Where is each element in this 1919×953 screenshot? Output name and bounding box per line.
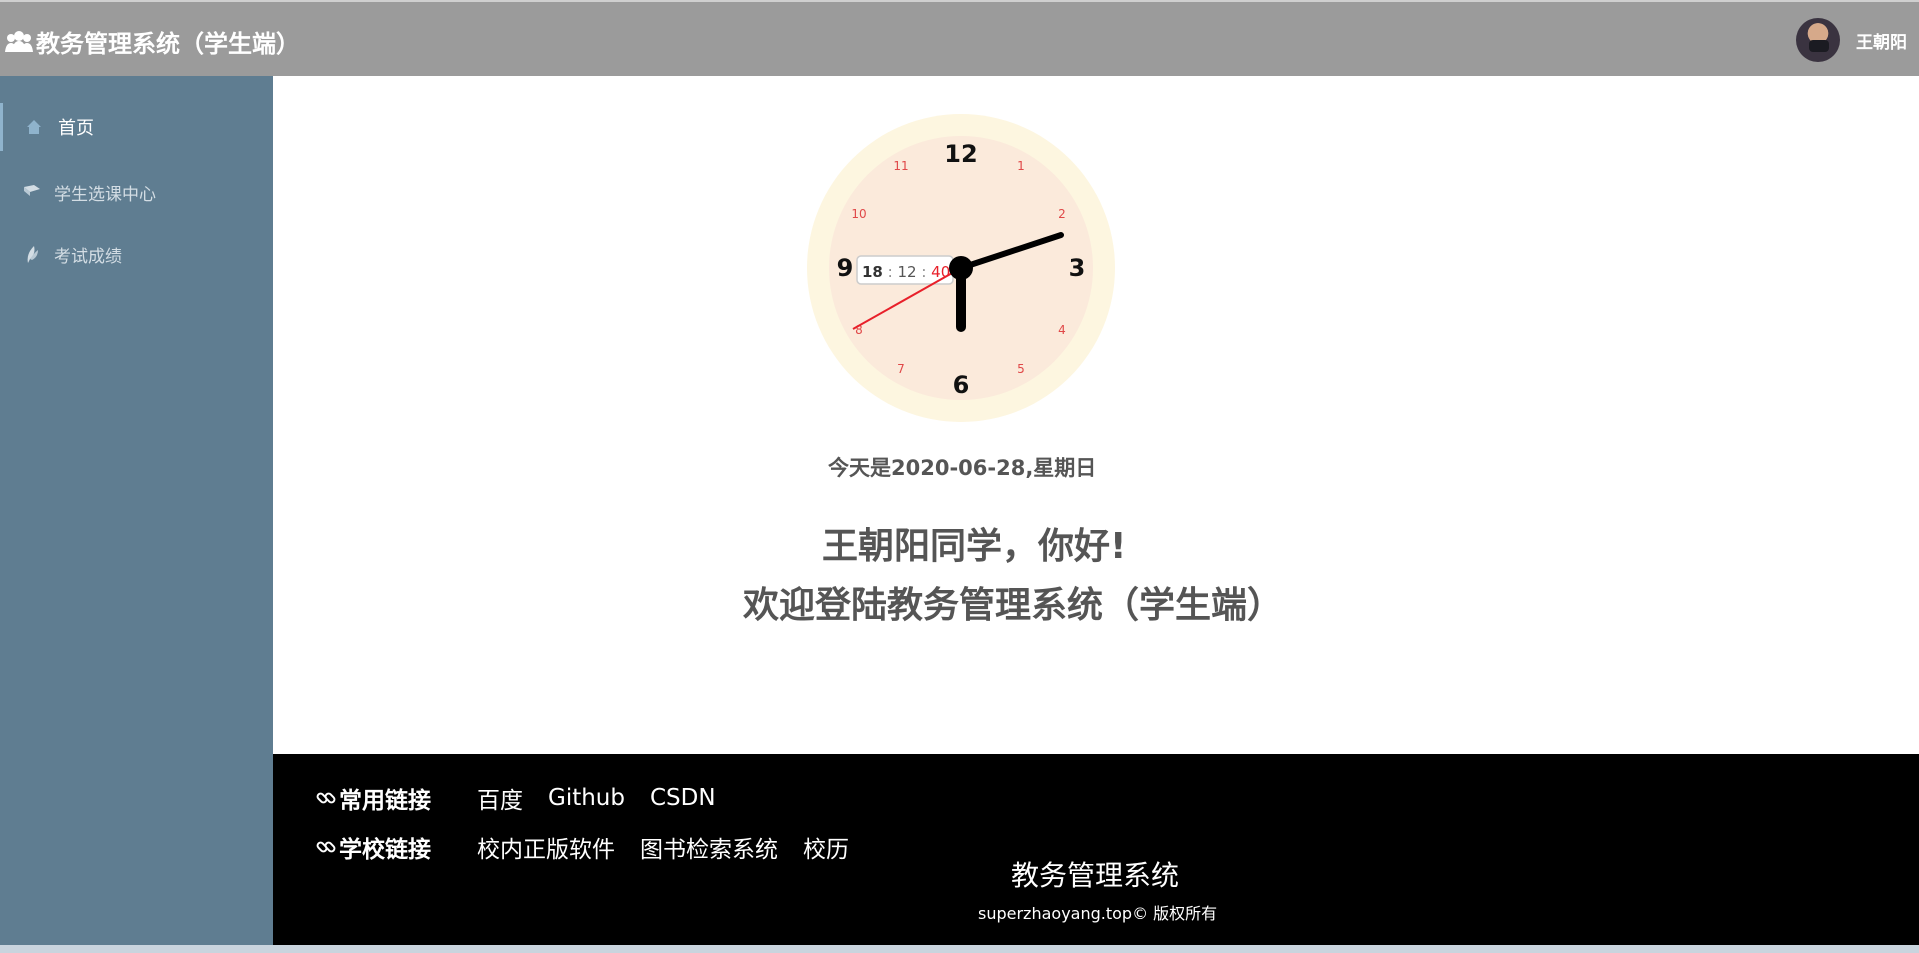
clock-number-2: 2 — [1058, 207, 1066, 221]
clock-number-7: 7 — [897, 362, 905, 376]
digital-hours: 18 — [862, 263, 883, 281]
clock-number-1: 1 — [1017, 159, 1025, 173]
link-csdn[interactable]: CSDN — [650, 785, 716, 811]
link-baidu[interactable]: 百度 — [477, 781, 523, 815]
clock-number-5: 5 — [1017, 362, 1025, 376]
os-taskbar-strip — [0, 945, 1919, 953]
digital-seconds: 40 — [931, 263, 950, 281]
footer: 常用链接 百度 Github CSDN 学校链接 校内正版软件 图书检索系统 校… — [273, 754, 1919, 945]
link-school-calendar[interactable]: 校历 — [803, 830, 849, 864]
clock-number-4: 4 — [1058, 323, 1066, 337]
footer-system-name: 教务管理系统 — [1011, 859, 1180, 892]
users-icon — [5, 30, 33, 52]
app-title: 教务管理系统（学生端） — [36, 30, 300, 58]
clock-number-12: 12 — [944, 140, 977, 168]
link-icon — [316, 792, 336, 804]
book-icon — [24, 185, 40, 196]
footer-copyright: superzhaoyang.top© 版权所有 — [978, 904, 1218, 923]
top-header: 教务管理系统（学生端） 王朝阳 — [0, 0, 1919, 76]
link-licensed-software[interactable]: 校内正版软件 — [477, 830, 615, 864]
clock-number-6: 6 — [953, 371, 970, 399]
common-links-row: 常用链接 百度 Github CSDN — [315, 781, 741, 815]
sidebar-item-course-selection[interactable]: 学生选课中心 — [0, 174, 273, 210]
link-icon — [316, 841, 336, 853]
welcome-title: 欢迎登陆教务管理系统（学生端） — [743, 585, 1284, 626]
sidebar-item-home[interactable]: 首页 — [0, 103, 273, 151]
sidebar-item-label: 学生选课中心 — [54, 184, 156, 205]
clock-center-pin — [949, 256, 973, 280]
school-links-heading: 学校链接 — [315, 830, 477, 864]
sidebar-item-label: 首页 — [58, 118, 94, 139]
digital-minutes: 12 — [897, 263, 916, 281]
greeting-title: 王朝阳同学，你好! — [822, 526, 1127, 567]
analog-clock: 12 3 6 9 1 2 4 5 7 8 10 11 18 : 12 : 40 — [806, 113, 1116, 423]
clock-number-9: 9 — [837, 254, 854, 282]
brand[interactable]: 教务管理系统（学生端） — [4, 24, 300, 59]
school-links-row: 学校链接 校内正版软件 图书检索系统 校历 — [315, 830, 874, 864]
link-library-search[interactable]: 图书检索系统 — [640, 830, 778, 864]
home-icon — [27, 120, 41, 134]
clock-number-3: 3 — [1069, 254, 1086, 282]
common-links-heading: 常用链接 — [315, 781, 477, 815]
digital-time: 18 : 12 : 40 — [862, 263, 950, 281]
leaf-icon — [27, 246, 38, 263]
clock-number-10: 10 — [851, 207, 866, 221]
avatar[interactable] — [1796, 18, 1840, 62]
user-menu[interactable]: 王朝阳 — [1796, 18, 1907, 62]
sidebar-item-exam-scores[interactable]: 考试成绩 — [0, 236, 273, 272]
user-name: 王朝阳 — [1856, 32, 1907, 53]
clock-svg: 12 3 6 9 1 2 4 5 7 8 10 11 18 : 12 : 40 — [807, 114, 1115, 422]
date-line: 今天是2020-06-28,星期日 — [828, 456, 1097, 480]
sidebar: 首页 学生选课中心 考试成绩 — [0, 76, 273, 953]
clock-number-11: 11 — [893, 159, 908, 173]
sidebar-item-label: 考试成绩 — [54, 246, 122, 267]
link-github[interactable]: Github — [548, 785, 625, 811]
